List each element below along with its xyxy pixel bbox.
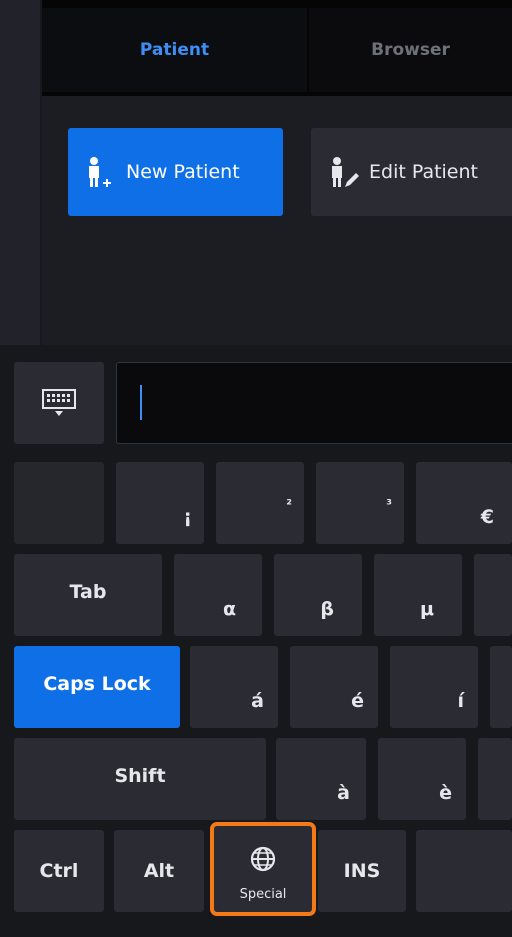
key-alt[interactable]: Alt [114, 830, 204, 912]
key-label: Tab [69, 581, 107, 603]
key-superscript-two[interactable]: ² [216, 462, 304, 544]
key-caps-lock[interactable]: Caps Lock [14, 646, 180, 728]
tab-patient-label: Patient [139, 40, 210, 60]
key-label: Caps Lock [43, 673, 151, 695]
key-label: € [480, 506, 494, 528]
key-euro[interactable]: € [416, 462, 512, 544]
key-inverted-exclamation[interactable]: ¡ [116, 462, 204, 544]
key-label: INS [343, 860, 381, 882]
text-input-field[interactable] [116, 362, 512, 444]
key-label: Shift [114, 765, 166, 787]
key-label: ¡ [183, 506, 192, 528]
keyboard-icon [42, 389, 76, 416]
key-label: ² [286, 498, 292, 513]
key-label: é [351, 690, 364, 712]
edit-patient-icon [332, 157, 359, 187]
key-alpha[interactable]: α [174, 554, 262, 636]
key-i-acute[interactable]: í [390, 646, 478, 728]
key-shift[interactable]: Shift [14, 738, 266, 820]
edit-patient-label: Edit Patient [369, 161, 478, 183]
key-label: è [439, 782, 452, 804]
key-label: Alt [143, 860, 175, 882]
key-label: í [457, 690, 464, 712]
key-mu[interactable]: μ [374, 554, 462, 636]
key-space[interactable] [416, 830, 512, 912]
new-patient-label: New Patient [126, 161, 240, 183]
edit-patient-button[interactable]: Edit Patient [311, 128, 512, 216]
tab-patient[interactable]: Patient [42, 8, 307, 92]
key-e-acute[interactable]: é [290, 646, 378, 728]
key-tab[interactable]: Tab [14, 554, 162, 636]
new-patient-button[interactable]: New Patient [68, 128, 283, 216]
key-e-grave[interactable]: è [378, 738, 466, 820]
key-blank[interactable] [14, 462, 104, 544]
key-ctrl[interactable]: Ctrl [14, 830, 104, 912]
key-label: α [222, 598, 236, 620]
key-label: β [320, 598, 334, 620]
new-patient-icon [89, 157, 111, 187]
key-label: á [251, 690, 264, 712]
key-partial[interactable] [474, 554, 512, 636]
text-caret [140, 385, 142, 420]
key-label: Ctrl [39, 860, 79, 882]
key-a-acute[interactable]: á [190, 646, 278, 728]
key-special[interactable]: Special [210, 822, 316, 916]
keyboard-toggle-button[interactable] [14, 362, 104, 444]
key-label: à [337, 782, 350, 804]
left-side-panel [0, 0, 42, 345]
key-label: ³ [386, 498, 392, 513]
key-partial[interactable] [490, 646, 512, 728]
key-label: Special [239, 887, 287, 902]
key-beta[interactable]: β [274, 554, 362, 636]
tab-browser[interactable]: Browser [309, 8, 512, 92]
key-partial[interactable] [478, 738, 512, 820]
key-superscript-three[interactable]: ³ [316, 462, 404, 544]
key-label: μ [420, 598, 434, 620]
key-a-grave[interactable]: à [276, 738, 366, 820]
key-ins[interactable]: INS [318, 830, 406, 912]
globe-icon [250, 846, 276, 872]
tab-browser-label: Browser [371, 40, 450, 60]
